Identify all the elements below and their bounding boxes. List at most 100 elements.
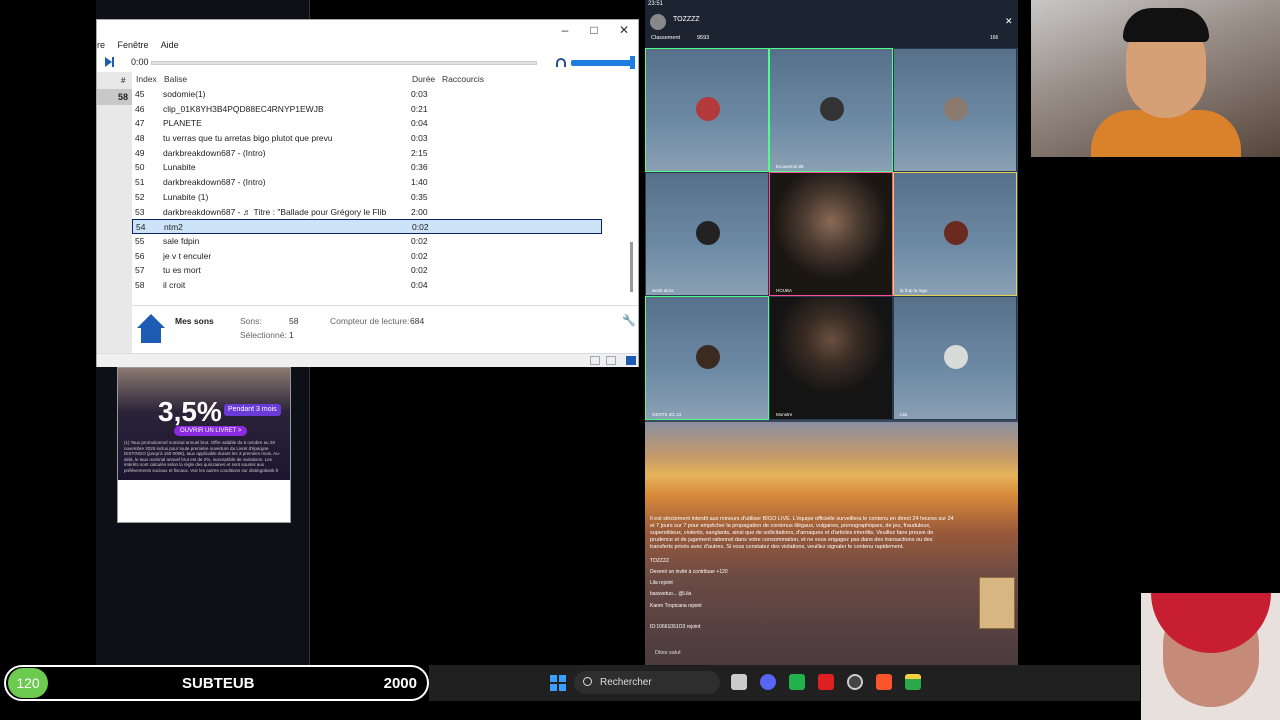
guest-avatar — [696, 221, 720, 245]
seek-bar[interactable] — [151, 61, 537, 65]
guest-grid: Ecoutemoi 88 wesh alors HOUBA la frop la… — [645, 48, 1018, 422]
windows-start-icon[interactable] — [550, 675, 566, 691]
guest-video[interactable]: HOUBA — [769, 172, 893, 296]
viewer-count[interactable]: 166 — [990, 35, 998, 41]
close-button[interactable]: ✕ — [610, 22, 638, 38]
selected-label: Sélectionné: — [240, 330, 287, 340]
obs-icon[interactable] — [847, 674, 863, 690]
headphones-icon[interactable] — [556, 58, 566, 67]
row-title: je v t enculer — [163, 250, 212, 261]
youtube-icon[interactable] — [818, 674, 834, 690]
sub-goal-bar: 120 SUBTEUB 2000 — [4, 665, 429, 701]
guest-name: Monstre — [776, 412, 793, 417]
time-readout: 0:00 — [131, 57, 149, 67]
home-icon[interactable] — [136, 312, 166, 344]
guest-seat[interactable]: Ecoutemoi 88 — [769, 48, 893, 172]
row-index: 48 — [135, 133, 145, 144]
task-view-icon[interactable] — [731, 674, 747, 690]
sound-row[interactable]: 55 sale fdpin 0:02 — [132, 234, 602, 249]
row-index: 46 — [135, 103, 145, 114]
volume-thumb[interactable] — [630, 56, 635, 69]
category-count[interactable]: 58 — [97, 89, 132, 105]
sound-row[interactable]: 49 darkbreakdown687 - (Intro) 2:15 — [132, 146, 602, 161]
sound-row[interactable]: 48 tu verras que tu arretas bigo plutot q… — [132, 131, 602, 146]
sub-count-badge: 120 — [8, 668, 48, 698]
column-index[interactable]: Index — [136, 74, 157, 84]
counter-label: Compteur de lecture: — [330, 316, 410, 326]
live-stream-panel: 23:51 TOZZZZ Classement 9593 166 ✕ Ecout… — [645, 0, 1018, 665]
maximize-button[interactable]: □ — [580, 22, 608, 38]
ad-cta-button[interactable]: OUVRIR UN LIVRET > — [174, 426, 248, 436]
gift-icon[interactable] — [979, 577, 1015, 629]
guest-avatar — [944, 221, 968, 245]
stream-notice: Il est strictement interdit aux mineurs … — [650, 516, 954, 550]
discord-icon[interactable] — [760, 674, 776, 690]
sound-list: 45 sodomie(1) 0:03 46 clip_01K8YH3B4PQD88EC4… — [132, 87, 602, 293]
sound-row[interactable]: 47 PLANETE 0:04 — [132, 116, 602, 131]
sound-row[interactable]: 54 ntm2 0:02 — [132, 219, 602, 234]
column-duration[interactable]: Durée — [412, 74, 435, 84]
row-title: sodomie(1) — [163, 89, 206, 99]
wrench-icon[interactable]: 🔧 — [622, 314, 636, 327]
row-index: 51 — [135, 177, 145, 188]
host-avatar[interactable] — [650, 14, 666, 30]
search-icon — [583, 677, 592, 686]
minimize-button[interactable]: – — [551, 22, 579, 38]
host-name[interactable]: TOZZZZ — [673, 16, 700, 23]
brave-icon[interactable] — [876, 674, 892, 690]
guest-name: la frop la rage — [900, 288, 928, 293]
library-name: Mes sons — [175, 316, 214, 326]
sound-row[interactable]: 51 darkbreakdown687 - (Intro) 1:40 — [132, 175, 602, 190]
chat-message: ID:10661051O3 rejoint — [650, 624, 701, 630]
volume-slider[interactable] — [571, 60, 635, 66]
sound-row[interactable]: 46 clip_01K8YH3B4PQD88EC4RNYP1EWJB 0:21 — [132, 102, 602, 117]
ranking-count: 9593 — [697, 35, 710, 41]
row-index: 45 — [135, 89, 145, 99]
row-index: 52 — [135, 191, 145, 202]
ad-banner[interactable]: 3,5% Pendant 3 mois OUVRIR UN LIVRET > (… — [117, 367, 291, 523]
ad-fine-print: (1) Taux promotionnel nominal annuel bru… — [124, 440, 281, 473]
sound-row[interactable]: 52 Lunabite (1) 0:35 — [132, 190, 602, 205]
row-index: 53 — [135, 206, 145, 217]
transport-bar: 0:00 — [97, 56, 638, 70]
guest-avatar — [696, 97, 720, 121]
menu-item-window[interactable]: Fenêtre — [118, 40, 149, 50]
forward-icon[interactable] — [606, 356, 616, 365]
guest-seat[interactable]: la frop la rage — [893, 172, 1017, 296]
chat-icon[interactable] — [626, 356, 636, 365]
row-duration: 0:03 — [411, 89, 428, 99]
guest-video[interactable]: Monstre — [769, 296, 893, 420]
row-duration: 0:21 — [411, 103, 428, 114]
guest-seat[interactable]: Lila — [893, 296, 1017, 420]
column-tag[interactable]: Balise — [164, 74, 187, 84]
search-label: Rechercher — [600, 677, 652, 688]
scrollbar[interactable] — [630, 242, 633, 292]
row-duration: 2:00 — [411, 206, 428, 217]
app-green-icon[interactable] — [789, 674, 805, 690]
guest-seat[interactable]: GENTS 3G 13 — [645, 296, 769, 420]
guest-name: GENTS 3G 13 — [652, 412, 682, 417]
sound-row[interactable]: 57 tu es mort 0:02 — [132, 263, 602, 278]
row-duration: 1:40 — [411, 177, 428, 188]
column-shortcuts[interactable]: Raccourcis — [442, 74, 484, 84]
guest-seat[interactable] — [893, 48, 1017, 172]
ranking-label[interactable]: Classement — [651, 35, 680, 41]
stream-background: Il est strictement interdit aux mineurs … — [645, 422, 1018, 665]
close-stream-icon[interactable]: ✕ — [1005, 16, 1013, 27]
menu-item-help[interactable]: Aide — [161, 40, 179, 50]
guest-name: wesh alors — [652, 288, 674, 293]
guest-seat[interactable] — [645, 48, 769, 172]
sound-row[interactable]: 45 sodomie(1) 0:03 — [132, 87, 602, 102]
sound-row[interactable]: 56 je v t enculer 0:02 — [132, 249, 602, 264]
guest-seat[interactable]: wesh alors — [645, 172, 769, 296]
menu-item-edit[interactable]: re — [97, 40, 105, 50]
app-flag-icon[interactable] — [905, 674, 921, 690]
row-index: 54 — [136, 222, 146, 233]
chat-input[interactable]: Dites salut — [655, 650, 681, 656]
sound-row[interactable]: 53 darkbreakdown687 - ♬ Titre : "Ballade … — [132, 205, 602, 220]
repeat-icon[interactable] — [590, 356, 600, 365]
sound-row[interactable]: 50 Lunabite 0:36 — [132, 160, 602, 175]
taskbar-search[interactable]: Rechercher — [574, 671, 720, 694]
sound-row[interactable]: 58 il croit 0:04 — [132, 278, 602, 293]
play-icon[interactable] — [105, 57, 112, 67]
